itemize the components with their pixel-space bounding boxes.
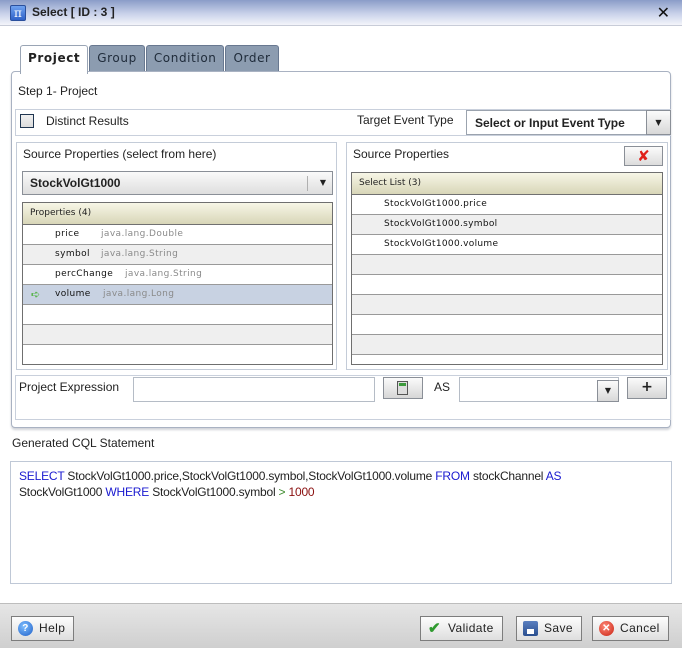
property-row[interactable]: percChange java.lang.String: [23, 265, 332, 285]
cql-keyword: AS: [545, 469, 562, 483]
property-name: percChange: [55, 269, 114, 279]
distinct-results-checkbox[interactable]: [20, 114, 34, 128]
target-event-type-combobox[interactable]: Select or Input Event Type ▼: [466, 110, 671, 135]
empty-row: [352, 255, 662, 275]
source-event-select[interactable]: StockVolGt1000 ▼: [22, 171, 333, 195]
select-list-item: StockVolGt1000.symbol: [384, 219, 498, 229]
help-button[interactable]: ? Help: [11, 616, 75, 641]
as-label: AS: [434, 380, 451, 394]
tab-condition[interactable]: Condition: [145, 45, 225, 72]
target-event-type-label: Target Event Type: [357, 113, 454, 127]
empty-row: [352, 275, 662, 295]
title-bar: π Select [ ID : 3 ] ✕: [0, 0, 682, 26]
tab-bar: Project Group Condition Order: [20, 45, 279, 74]
select-list-row[interactable]: StockVolGt1000.price: [352, 195, 662, 215]
window-title: Select [ ID : 3 ]: [32, 5, 115, 19]
property-type: java.lang.String: [101, 249, 179, 259]
properties-grid: Properties (4) price java.lang.Double sy…: [22, 202, 333, 365]
property-type: java.lang.Double: [101, 229, 184, 239]
source-panel-title: Source Properties (select from here): [23, 147, 217, 161]
pi-icon: π: [10, 5, 26, 21]
cql-text: StockVolGt1000.price,StockVolGt1000.symb…: [64, 469, 436, 483]
cancel-button[interactable]: ✕ Cancel: [592, 616, 669, 641]
calculator-icon: [397, 381, 408, 395]
select-list-panel: Source Properties ✘ Select List (3) Stoc…: [346, 142, 668, 370]
tab-group[interactable]: Group: [89, 45, 145, 72]
project-tab-panel: Step 1- Project Distinct Results Target …: [11, 71, 671, 428]
save-button[interactable]: Save: [516, 616, 582, 641]
source-properties-panel: Source Properties (select from here) Sto…: [16, 142, 337, 370]
add-expression-button[interactable]: +: [627, 377, 667, 399]
cql-statement-label: Generated CQL Statement: [12, 436, 155, 450]
select-list-item: StockVolGt1000.price: [384, 199, 488, 209]
cql-keyword: WHERE: [105, 485, 150, 499]
property-name: price: [55, 229, 80, 239]
property-row[interactable]: symbol java.lang.String: [23, 245, 332, 265]
cql-text: StockVolGt1000.symbol: [149, 485, 279, 499]
property-row-selected[interactable]: ➪ volume java.lang.Long: [23, 285, 332, 305]
project-expression-label: Project Expression: [19, 380, 120, 394]
select-list-panel-title: Source Properties: [353, 147, 450, 161]
empty-row: [23, 305, 332, 325]
source-event-value: StockVolGt1000: [30, 176, 121, 190]
empty-row: [352, 315, 662, 335]
cql-keyword: SELECT: [19, 469, 65, 483]
select-separator: [307, 176, 308, 191]
cql-statement-text: SELECT StockVolGt1000.price,StockVolGt10…: [10, 461, 672, 584]
empty-row: [23, 325, 332, 345]
chevron-down-icon[interactable]: ▼: [320, 176, 326, 190]
delete-x-icon: ✘: [637, 147, 650, 165]
tab-order[interactable]: Order: [225, 45, 279, 72]
chevron-down-icon[interactable]: ▼: [646, 110, 671, 135]
project-expression-row: Project Expression AS ▼ +: [15, 375, 671, 420]
expression-builder-button[interactable]: [383, 377, 423, 399]
cql-text: stockChannel: [469, 469, 546, 483]
empty-row: [352, 295, 662, 315]
cql-text: StockVolGt1000: [19, 485, 106, 499]
cql-keyword: FROM: [435, 469, 470, 483]
distinct-results-label: Distinct Results: [46, 114, 129, 128]
floppy-disk-icon: [523, 621, 538, 636]
select-list-grid: Select List (3) StockVolGt1000.price Sto…: [351, 172, 663, 365]
select-list-row[interactable]: StockVolGt1000.symbol: [352, 215, 662, 235]
empty-row: [352, 335, 662, 355]
property-name: volume: [55, 289, 91, 299]
select-list-row[interactable]: StockVolGt1000.volume: [352, 235, 662, 255]
close-icon[interactable]: ✕: [657, 3, 670, 22]
help-icon: ?: [18, 621, 33, 636]
help-label: Help: [39, 621, 66, 635]
property-name: symbol: [55, 249, 90, 259]
select-list-grid-header: Select List (3): [352, 173, 662, 195]
cancel-label: Cancel: [620, 621, 660, 635]
property-row[interactable]: price java.lang.Double: [23, 225, 332, 245]
validate-button[interactable]: ✔ Validate: [420, 616, 503, 641]
project-expression-input[interactable]: [133, 377, 375, 402]
remove-button[interactable]: ✘: [624, 146, 663, 166]
target-event-type-value[interactable]: Select or Input Event Type: [475, 116, 625, 130]
cancel-icon: ✕: [599, 621, 614, 636]
cql-number: 1000: [288, 485, 315, 499]
properties-grid-header: Properties (4): [23, 203, 332, 225]
checkmark-icon: ✔: [428, 620, 441, 637]
validate-label: Validate: [448, 621, 494, 635]
property-type: java.lang.String: [125, 269, 203, 279]
dialog-footer: ? Help ✔ Validate Save ✕ Cancel: [0, 603, 682, 648]
chevron-down-icon[interactable]: ▼: [597, 380, 619, 402]
tab-project[interactable]: Project: [20, 45, 89, 74]
save-label: Save: [544, 621, 573, 635]
step-label: Step 1- Project: [18, 84, 98, 98]
select-list-item: StockVolGt1000.volume: [384, 239, 499, 249]
arrow-right-icon: ➪: [31, 288, 41, 301]
property-type: java.lang.Long: [103, 289, 175, 299]
empty-row: [23, 345, 332, 364]
alias-combobox[interactable]: ▼: [459, 377, 619, 402]
distinct-row: Distinct Results Target Event Type Selec…: [15, 109, 671, 136]
